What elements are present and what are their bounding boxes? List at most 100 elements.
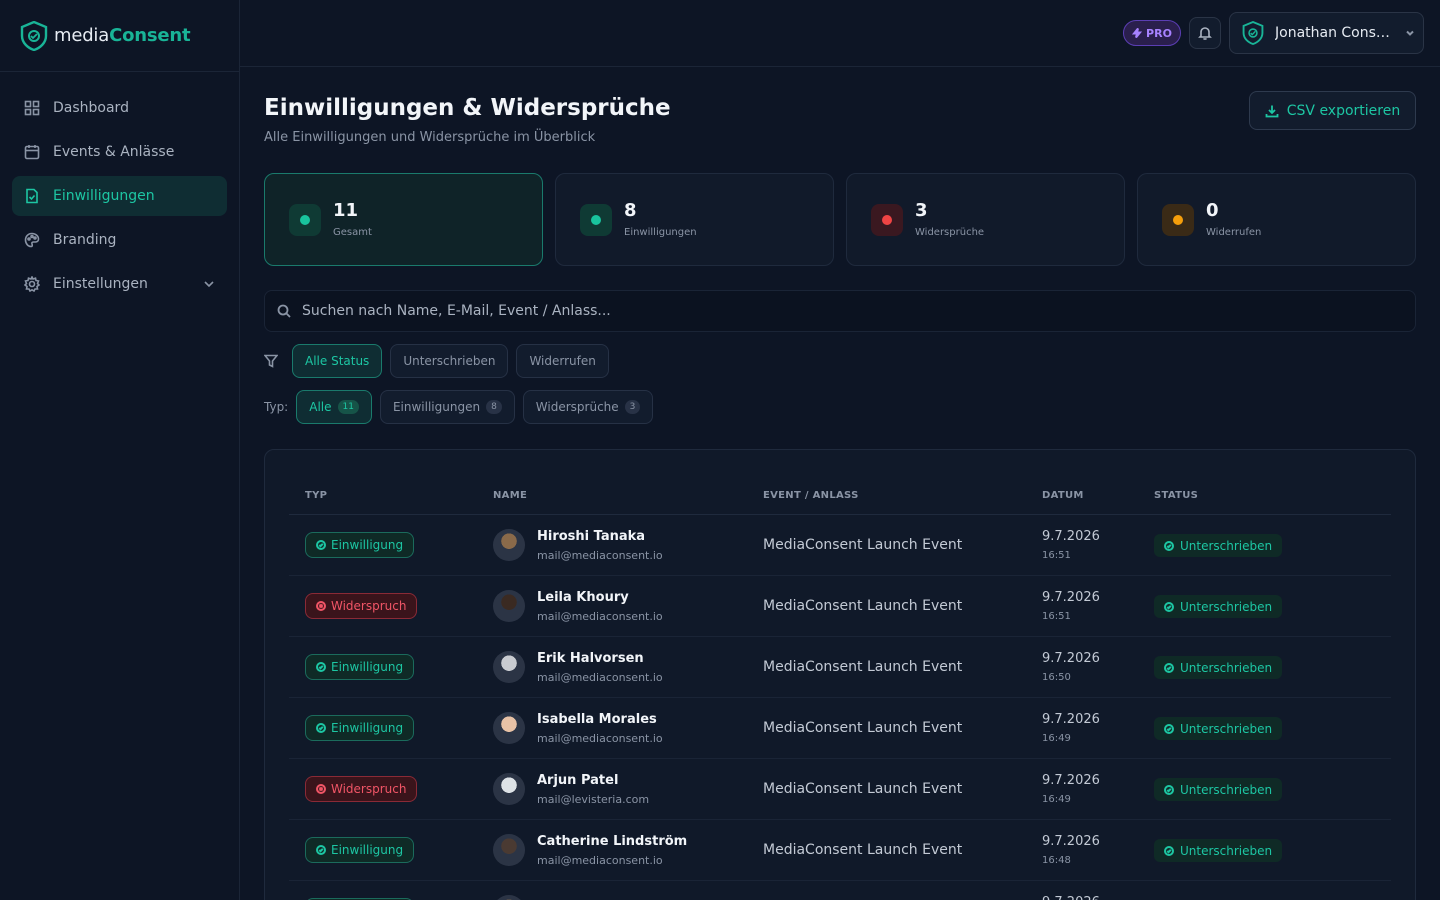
count-badge: 3 — [624, 400, 641, 414]
avatar — [493, 529, 525, 561]
time: 16:48 — [1042, 855, 1071, 866]
column-header-typ[interactable]: TYP — [305, 490, 327, 501]
table-row[interactable]: Einwilligung Isabella Morales mail@mediaco… — [289, 698, 1391, 759]
table-header: TYP NAME EVENT / ANLASS DATUM STATUS — [289, 450, 1391, 515]
sidebar-item-einwilligungen[interactable]: Einwilligungen — [12, 176, 227, 216]
search-input[interactable] — [302, 303, 1302, 319]
type-filter-label: Typ: — [264, 400, 289, 414]
avatar — [493, 773, 525, 805]
csv-export-button[interactable]: CSV exportieren — [1249, 91, 1416, 130]
user-name: Jonathan Consent — [1275, 25, 1393, 41]
check-circle-icon — [316, 662, 326, 672]
time: 16:51 — [1042, 611, 1071, 622]
stat-card-einwilligungen[interactable]: 8 Einwilligungen — [555, 173, 834, 266]
stat-indicator — [289, 203, 321, 236]
person-name: Erik Halvorsen — [537, 651, 644, 666]
user-menu-button[interactable]: Jonathan Consent — [1229, 12, 1424, 54]
sidebar-item-label: Einstellungen — [53, 276, 148, 292]
table-row[interactable]: Einwilligung Catherine Lindström mail@medi… — [289, 820, 1391, 881]
status-badge: Unterschrieben — [1154, 839, 1283, 862]
calendar-icon — [24, 145, 40, 160]
column-header-datum[interactable]: DATUM — [1042, 490, 1084, 501]
person-email: mail@mediaconsent.io — [537, 854, 663, 867]
notifications-button[interactable] — [1189, 17, 1221, 49]
search-icon — [277, 304, 291, 318]
filter-icon — [264, 354, 278, 368]
status-badge: Unterschrieben — [1154, 717, 1283, 740]
chevron-down-icon — [1406, 30, 1414, 36]
type-badge: Widerspruch — [305, 593, 418, 619]
filter-chip-widerrufen[interactable]: Widerrufen — [516, 344, 609, 378]
page-title: Einwilligungen & Widersprüche — [264, 95, 671, 121]
grid-icon — [24, 100, 40, 116]
stats-row: 11 Gesamt 8 Einwilligungen 3 Widersprüche 0… — [264, 173, 1416, 266]
type-chip-alle[interactable]: Alle 11 — [296, 390, 372, 424]
check-circle-icon — [1164, 662, 1174, 673]
table-row[interactable]: Einwilligung Hiroshi Tanaka mail@mediacons… — [289, 515, 1391, 576]
count-badge: 11 — [337, 400, 359, 414]
stat-card-widerrufen[interactable]: 0 Widerrufen — [1137, 173, 1416, 266]
sidebar-item-einstellungen[interactable]: Einstellungen — [12, 264, 227, 304]
stat-indicator — [1162, 203, 1194, 236]
event-name: MediaConsent Launch Event — [763, 598, 963, 614]
type-badge: Widerspruch — [305, 776, 418, 802]
column-header-event[interactable]: EVENT / ANLASS — [763, 490, 859, 501]
avatar — [493, 651, 525, 683]
event-name: MediaConsent Launch Event — [763, 659, 963, 675]
check-circle-icon — [316, 540, 326, 550]
stat-card-gesamt[interactable]: 11 Gesamt — [264, 173, 543, 266]
filter-chip-alle-status[interactable]: Alle Status — [292, 344, 383, 378]
type-badge: Einwilligung — [305, 532, 415, 558]
date: 9.7.2026 — [1042, 773, 1100, 788]
table-row[interactable]: Einwilligung9.7.2026Unterschrieben — [289, 881, 1391, 900]
sidebar-item-label: Dashboard — [53, 100, 129, 116]
sidebar-item-branding[interactable]: Branding — [12, 220, 227, 260]
avatar — [493, 834, 525, 866]
check-circle-icon — [316, 845, 326, 855]
type-chip-einwilligungen[interactable]: Einwilligungen 8 — [379, 390, 515, 424]
event-name: MediaConsent Launch Event — [763, 537, 963, 553]
status-badge: Unterschrieben — [1154, 534, 1283, 557]
pro-badge[interactable]: PRO — [1123, 20, 1181, 46]
x-circle-icon — [316, 784, 326, 794]
type-badge: Einwilligung — [305, 715, 415, 741]
type-badge: Einwilligung — [305, 654, 415, 680]
table-row[interactable]: Widerspruch Arjun Patel mail@levisteria.co… — [289, 759, 1391, 820]
date: 9.7.2026 — [1042, 651, 1100, 666]
type-badge: Einwilligung — [305, 837, 415, 863]
sidebar: mediaConsent Dashboard Events & Anlässe … — [0, 0, 240, 900]
person-email: mail@mediaconsent.io — [537, 549, 663, 562]
type-chip-widersprueche[interactable]: Widersprüche 3 — [522, 390, 654, 424]
check-circle-icon — [1164, 601, 1174, 612]
sidebar-item-events[interactable]: Events & Anlässe — [12, 132, 227, 172]
gear-icon — [24, 276, 40, 292]
chevron-down-icon[interactable] — [203, 278, 215, 290]
date: 9.7.2026 — [1042, 834, 1100, 849]
stat-card-widersprueche[interactable]: 3 Widersprüche — [846, 173, 1125, 266]
download-icon — [1265, 105, 1279, 117]
date: 9.7.2026 — [1042, 590, 1100, 605]
table-row[interactable]: Widerspruch Leila Khoury mail@mediaconsent… — [289, 576, 1391, 637]
search-bar — [264, 290, 1416, 332]
shield-logo-icon — [20, 20, 48, 51]
stat-indicator — [871, 203, 903, 236]
event-name: MediaConsent Launch Event — [763, 720, 963, 736]
bolt-icon — [1132, 28, 1143, 38]
sidebar-nav: Dashboard Events & Anlässe Einwilligunge… — [0, 72, 239, 324]
filter-chip-unterschrieben[interactable]: Unterschrieben — [390, 344, 509, 378]
logo[interactable]: mediaConsent — [0, 0, 239, 72]
column-header-status[interactable]: STATUS — [1154, 490, 1198, 501]
person-name: Leila Khoury — [537, 590, 629, 605]
time: 16:49 — [1042, 733, 1071, 744]
time: 16:50 — [1042, 672, 1071, 683]
table-row[interactable]: Einwilligung Erik Halvorsen mail@mediacons… — [289, 637, 1391, 698]
type-filter-row: Typ: Alle 11 Einwilligungen 8 Widersprüche… — [264, 390, 654, 424]
status-filter-row: Alle Status Unterschrieben Widerrufen — [264, 344, 609, 378]
person-name: Catherine Lindström — [537, 834, 688, 849]
check-circle-icon — [1164, 784, 1174, 795]
event-name: MediaConsent Launch Event — [763, 781, 963, 797]
sidebar-item-dashboard[interactable]: Dashboard — [12, 88, 227, 128]
column-header-name[interactable]: NAME — [493, 490, 527, 501]
event-name: MediaConsent Launch Event — [763, 842, 963, 858]
person-name: Arjun Patel — [537, 773, 619, 788]
